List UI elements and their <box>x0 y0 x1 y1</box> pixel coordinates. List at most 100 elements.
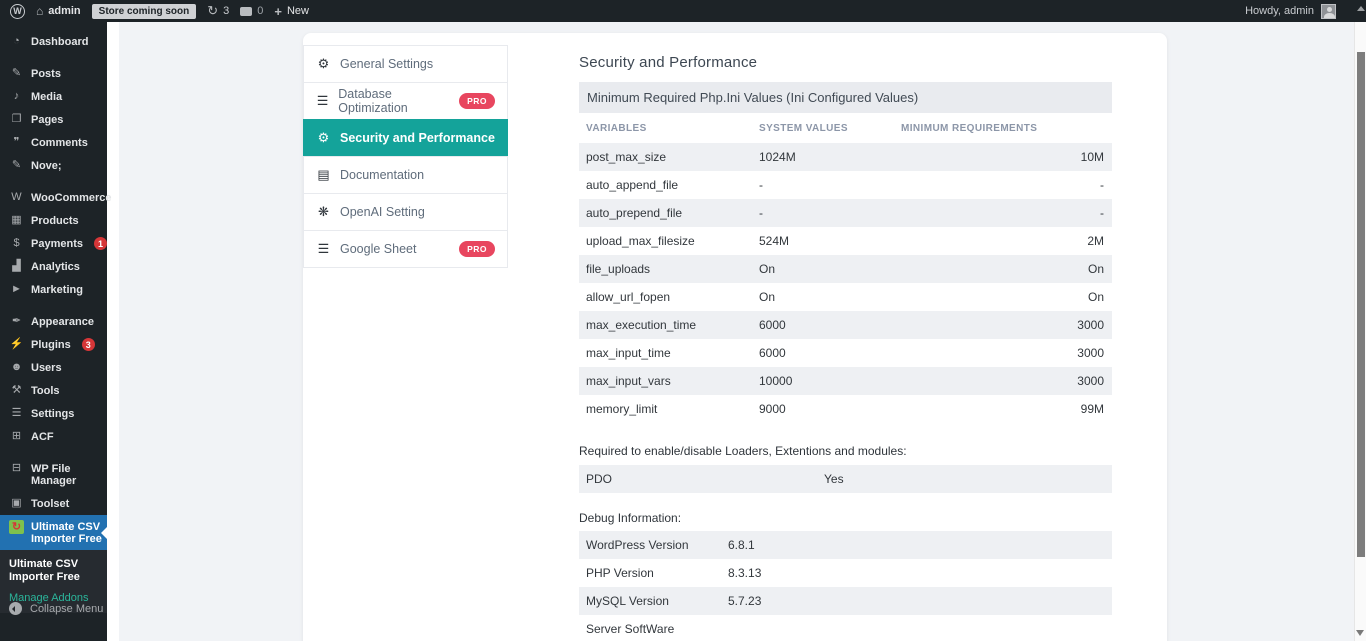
account-menu[interactable]: Howdy, admin <box>1245 4 1336 19</box>
pages-icon: ❐ <box>9 113 24 125</box>
settings-nav-item-label: General Settings <box>340 57 433 71</box>
sidebar-item[interactable]: ✎ Posts <box>0 62 107 85</box>
sidebar-item[interactable]: ☻ Users <box>0 356 107 379</box>
settings-nav-item[interactable]: ❋ OpenAI Setting <box>303 193 508 231</box>
comments-menu[interactable]: 0 <box>240 5 263 17</box>
toolbox-icon: ▣ <box>9 497 24 509</box>
scrollbar-thumb[interactable] <box>1357 52 1365 557</box>
table-row: PDO Yes <box>579 465 1112 493</box>
sidebar-item[interactable]: ◔ Dashboard <box>0 30 107 53</box>
sidebar-item-label: Appearance <box>31 315 94 328</box>
settings-sliders-icon: ☰ <box>9 407 24 419</box>
comment-bubble-icon: ❞ <box>9 136 24 148</box>
plugin-page-background: ⚙ General Settings ☰ Database Optimizati… <box>119 22 1354 641</box>
scroll-up-arrow-icon[interactable] <box>1357 6 1365 11</box>
sidebar-item[interactable]: W WooCommerce <box>0 186 107 209</box>
table-row: MySQL Version 5.7.23 <box>579 587 1112 615</box>
debug-name: MySQL Version <box>586 594 728 608</box>
database-icon: ☰ <box>316 93 329 109</box>
collapse-menu-label: Collapse Menu <box>30 603 103 615</box>
settings-nav-item[interactable]: ⚙ General Settings <box>303 45 508 83</box>
woocommerce-icon: W <box>9 191 24 203</box>
avatar <box>1321 4 1336 19</box>
sidebar-item-label: Marketing <box>31 283 83 296</box>
collapse-menu-button[interactable]: Collapse Menu <box>0 602 103 615</box>
wordpress-logo-icon[interactable]: W <box>10 4 25 19</box>
sidebar-item[interactable]: ⊟ WP File Manager <box>0 457 107 492</box>
sidebar-item[interactable]: ✒ Appearance <box>0 310 107 333</box>
count-badge: 1 <box>94 237 107 250</box>
sidebar-item[interactable]: ► Marketing <box>0 278 107 301</box>
database-icon: ☰ <box>316 241 331 257</box>
brush-icon: ✒ <box>9 315 24 327</box>
sidebar-item[interactable]: ❐ Pages <box>0 108 107 131</box>
page-scrollbar[interactable] <box>1354 0 1366 641</box>
sidebar-item[interactable]: $ Payments 1 <box>0 232 107 255</box>
admin-sidebar: ◔ Dashboard ✎ Posts ♪ Media ❐ Pages ❞ Co… <box>0 22 107 641</box>
minimum-requirement: 2M <box>901 234 1112 248</box>
system-value: 10000 <box>759 374 901 388</box>
sidebar-item[interactable]: ⚒ Tools <box>0 379 107 402</box>
col-header-variables: VARIABLES <box>586 123 759 134</box>
sidebar-item[interactable]: ☰ Settings <box>0 402 107 425</box>
table-row: memory_limit 9000 99M <box>579 395 1112 423</box>
admin-bar: W ⌂ admin Store coming soon ↻ 3 0 + New … <box>0 0 1354 22</box>
pushpin-icon: ✎ <box>9 159 24 171</box>
sidebar-item[interactable]: ✎ Nove; <box>0 154 107 177</box>
sidebar-item[interactable]: ↻ Ultimate CSV Importer Free <box>0 515 107 550</box>
plugin-icon: ⚡ <box>9 338 24 350</box>
settings-nav-item[interactable]: ⚙ Security and Performance <box>303 119 508 157</box>
sidebar-item-label: Analytics <box>31 260 80 273</box>
table-row: max_input_time 6000 3000 <box>579 339 1112 367</box>
minimum-requirement: 3000 <box>901 346 1112 360</box>
system-value: 6000 <box>759 318 901 332</box>
comment-bubble-icon <box>240 7 252 16</box>
sidebar-item[interactable]: ▦ Products <box>0 209 107 232</box>
loader-value: Yes <box>824 472 1112 486</box>
settings-panel: ⚙ General Settings ☰ Database Optimizati… <box>303 33 1167 641</box>
debug-value: 8.3.13 <box>728 566 1112 580</box>
minimum-requirement: On <box>901 262 1112 276</box>
debug-table: WordPress Version 6.8.1 PHP Version 8.3.… <box>579 531 1112 641</box>
site-menu[interactable]: ⌂ admin <box>36 4 81 18</box>
sidebar-item[interactable]: ▟ Analytics <box>0 255 107 278</box>
settings-nav-item[interactable]: ▤ Documentation <box>303 156 508 194</box>
system-value: On <box>759 290 901 304</box>
loaders-table: PDO Yes <box>579 465 1112 493</box>
sidebar-item-label: Media <box>31 90 62 103</box>
variable-name: max_input_time <box>586 346 759 360</box>
table-row: PHP Version 8.3.13 <box>579 559 1112 587</box>
sidebar-item[interactable]: ▣ Toolset <box>0 492 107 515</box>
coming-soon-badge[interactable]: Store coming soon <box>92 4 197 19</box>
minimum-requirement: On <box>901 290 1112 304</box>
variable-name: max_input_vars <box>586 374 759 388</box>
openai-icon: ❋ <box>316 204 331 220</box>
sidebar-item[interactable]: ❞ Comments <box>0 131 107 154</box>
settings-nav-item[interactable]: ☰ Database Optimization PRO <box>303 82 508 120</box>
sidebar-item[interactable]: ♪ Media <box>0 85 107 108</box>
gear-icon: ⚙ <box>316 56 331 72</box>
updates-menu[interactable]: ↻ 3 <box>207 3 229 19</box>
sidebar-item-label: Pages <box>31 113 63 126</box>
table-row: file_uploads On On <box>579 255 1112 283</box>
debug-name: Server SoftWare <box>586 622 728 636</box>
sidebar-item[interactable]: ⊞ ACF <box>0 425 107 448</box>
settings-nav-item[interactable]: ☰ Google Sheet PRO <box>303 230 508 268</box>
sidebar-item-label: Tools <box>31 384 60 397</box>
home-icon: ⌂ <box>36 4 43 18</box>
new-menu[interactable]: + New <box>274 4 309 19</box>
scroll-down-arrow-icon[interactable] <box>1356 630 1364 636</box>
sidebar-item-label: Payments <box>31 237 83 250</box>
sidebar-item[interactable]: ⚡ Plugins 3 <box>0 333 107 356</box>
settings-nav-item-label: Database Optimization <box>338 87 450 115</box>
minimum-requirement: - <box>901 178 1112 192</box>
security-performance-section: Security and Performance Minimum Require… <box>579 33 1112 641</box>
gear-icon: ⚙ <box>316 130 331 146</box>
system-value: On <box>759 262 901 276</box>
sidebar-item-label: Ultimate CSV Importer Free <box>31 520 107 545</box>
megaphone-icon: ► <box>9 283 24 295</box>
minimum-requirement: 3000 <box>901 318 1112 332</box>
submenu-item-current[interactable]: Ultimate CSV Importer Free <box>9 558 98 584</box>
pro-badge: PRO <box>459 241 495 257</box>
system-value: 1024M <box>759 150 901 164</box>
